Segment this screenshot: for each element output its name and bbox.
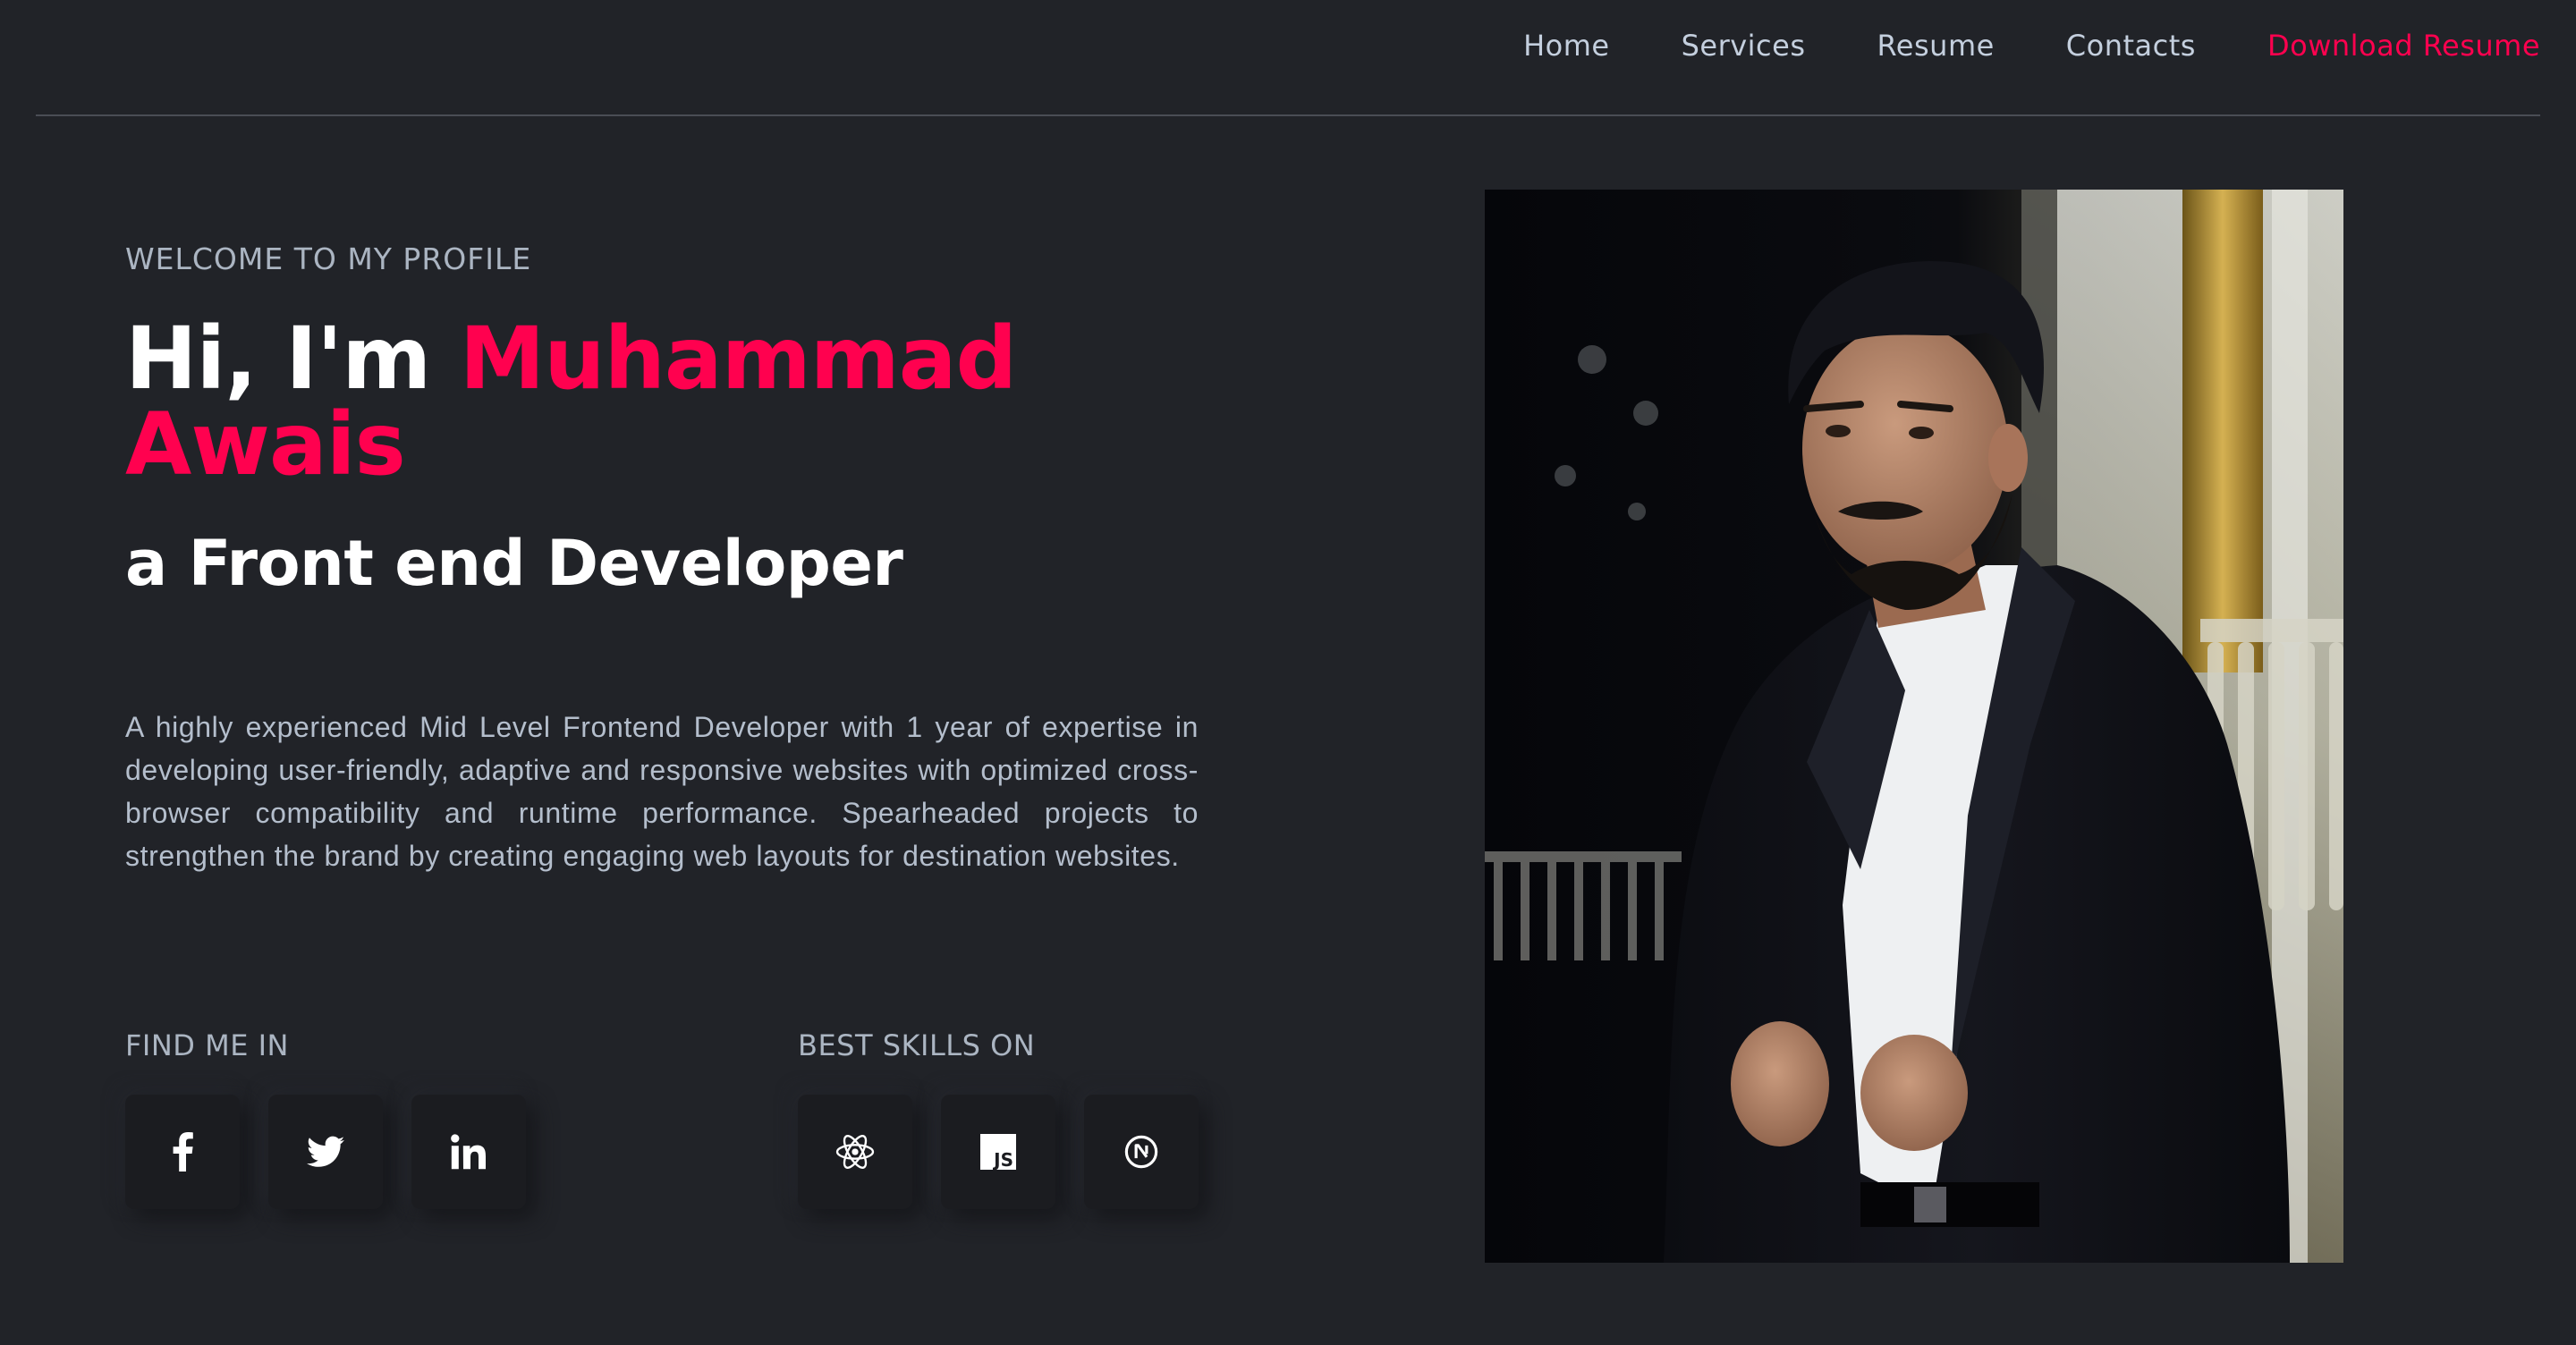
portfolio-page: Home Services Resume Contacts Download R… <box>0 0 2576 1345</box>
profile-photo <box>1485 190 2343 1263</box>
facebook-button[interactable] <box>125 1095 240 1209</box>
name-last: Awais <box>125 394 406 495</box>
nav-link-services[interactable]: Services <box>1682 25 1806 66</box>
twitter-icon <box>307 1136 344 1167</box>
react-button[interactable] <box>798 1095 912 1209</box>
linkedin-icon <box>451 1134 486 1170</box>
skills-section: BEST SKILLS ON JS <box>798 1028 1227 1209</box>
role-title: a Front end Developer <box>125 527 903 600</box>
javascript-button[interactable]: JS <box>941 1095 1055 1209</box>
top-navigation: Home Services Resume Contacts Download R… <box>0 0 2576 116</box>
welcome-text: WELCOME TO MY PROFILE <box>125 241 532 276</box>
js-badge-text: JS <box>992 1149 1013 1170</box>
javascript-icon: JS <box>980 1134 1016 1170</box>
nav-link-contacts[interactable]: Contacts <box>2066 25 2196 66</box>
download-resume-link[interactable]: Download Resume <box>2267 25 2540 66</box>
nextjs-icon <box>1124 1135 1158 1169</box>
nav-links: Home Services Resume Contacts Download R… <box>1452 25 2540 66</box>
bio-paragraph: A highly experienced Mid Level Frontend … <box>125 711 1199 872</box>
find-me-title: FIND ME IN <box>125 1028 289 1062</box>
react-icon <box>835 1135 875 1169</box>
name-first: Muhammad <box>459 309 1018 409</box>
facebook-icon <box>173 1132 193 1172</box>
twitter-button[interactable] <box>268 1095 383 1209</box>
nav-link-resume[interactable]: Resume <box>1877 25 1995 66</box>
skill-icons: JS <box>798 1095 1227 1209</box>
nav-link-home[interactable]: Home <box>1523 25 1610 66</box>
nextjs-button[interactable] <box>1084 1095 1199 1209</box>
find-me-section: FIND ME IN <box>125 1028 555 1209</box>
skills-title: BEST SKILLS ON <box>798 1028 1036 1062</box>
nav-divider <box>36 114 2540 116</box>
hero-headline: Hi, I'm Muhammad Awais <box>125 316 1199 487</box>
hero-intro: WELCOME TO MY PROFILE Hi, I'm Muhammad A… <box>125 241 1199 877</box>
social-icons <box>125 1095 555 1209</box>
linkedin-button[interactable] <box>411 1095 526 1209</box>
